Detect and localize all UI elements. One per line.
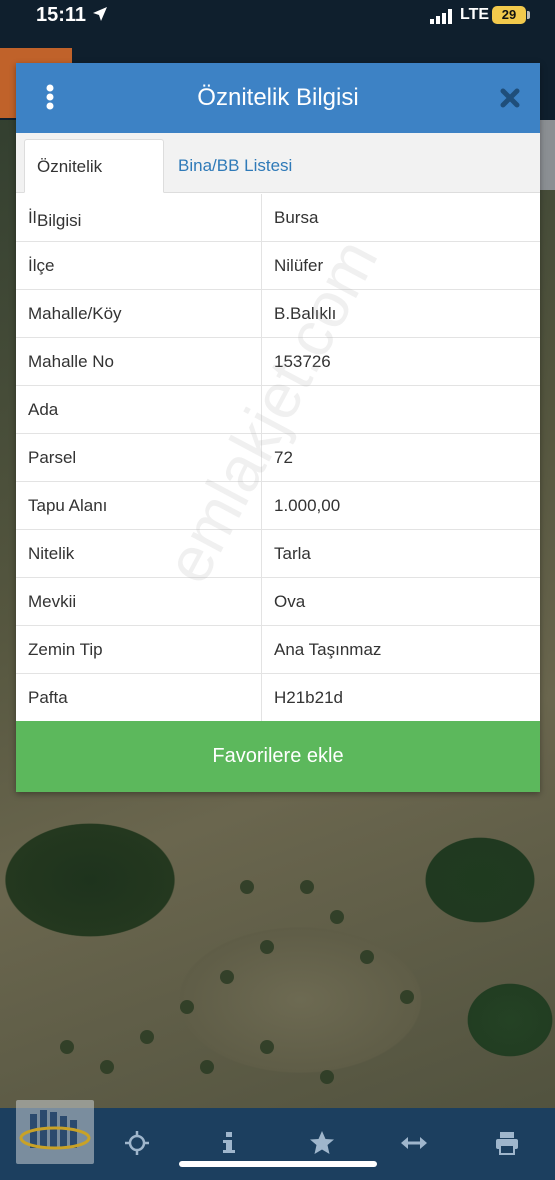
measure-icon[interactable] <box>400 1130 428 1161</box>
row-value: Tarla <box>274 544 311 563</box>
table-row: Pafta H21b21d <box>16 674 540 722</box>
print-icon[interactable] <box>494 1130 520 1161</box>
table-row: Zemin Tip Ana Taşınmaz <box>16 626 540 674</box>
close-icon[interactable] <box>499 87 521 114</box>
row-value: Ova <box>274 592 306 611</box>
row-key: Mevkii <box>16 578 262 625</box>
tab-attribute-info[interactable]: Öznitelik Bilgisi <box>24 139 164 230</box>
status-bar: 15:11 LTE 29 <box>0 0 555 34</box>
tab-building-list[interactable]: Bina/BB Listesi <box>166 139 304 193</box>
row-value: 72 <box>274 448 293 467</box>
row-value: Bursa <box>274 208 319 227</box>
star-icon[interactable] <box>309 1130 335 1161</box>
row-value: 1.000,00 <box>274 496 341 515</box>
row-value: Ana Taşınmaz <box>274 640 382 659</box>
signal-icon <box>430 8 456 29</box>
add-to-favorites-button[interactable]: Favorilere ekle <box>16 721 540 792</box>
more-options-icon[interactable] <box>44 83 56 116</box>
crosshair-icon[interactable] <box>124 1130 150 1161</box>
dialog-header: Öznitelik Bilgisi <box>16 63 540 133</box>
row-key: Mahalle/Köy <box>16 290 262 337</box>
map-side-panel-edge <box>540 120 555 190</box>
table-row: Tapu Alanı 1.000,00 <box>16 482 540 530</box>
info-icon[interactable] <box>222 1130 236 1161</box>
location-arrow-icon <box>92 6 108 27</box>
row-key: İl <box>16 194 262 241</box>
table-row: Nitelik Tarla <box>16 530 540 578</box>
tab-bar: Öznitelik Bilgisi Bina/BB Listesi <box>16 133 540 230</box>
row-key: İlçe <box>16 242 262 289</box>
table-row: İl Bursa <box>16 194 540 242</box>
network-label: LTE <box>460 6 490 23</box>
row-key: Mahalle No <box>16 338 262 385</box>
table-row: Mevkii Ova <box>16 578 540 626</box>
status-time: 15:11 <box>36 4 87 26</box>
battery-tip <box>527 11 530 19</box>
app-logo[interactable] <box>16 1100 94 1164</box>
row-value: H21b21d <box>274 688 344 707</box>
row-key: Zemin Tip <box>16 626 262 673</box>
battery-indicator: 29 <box>492 6 526 24</box>
row-key: Pafta <box>16 674 262 721</box>
table-row: İlçe Nilüfer <box>16 242 540 290</box>
home-indicator[interactable] <box>179 1161 377 1167</box>
dialog-title: Öznitelik Bilgisi <box>197 84 359 111</box>
